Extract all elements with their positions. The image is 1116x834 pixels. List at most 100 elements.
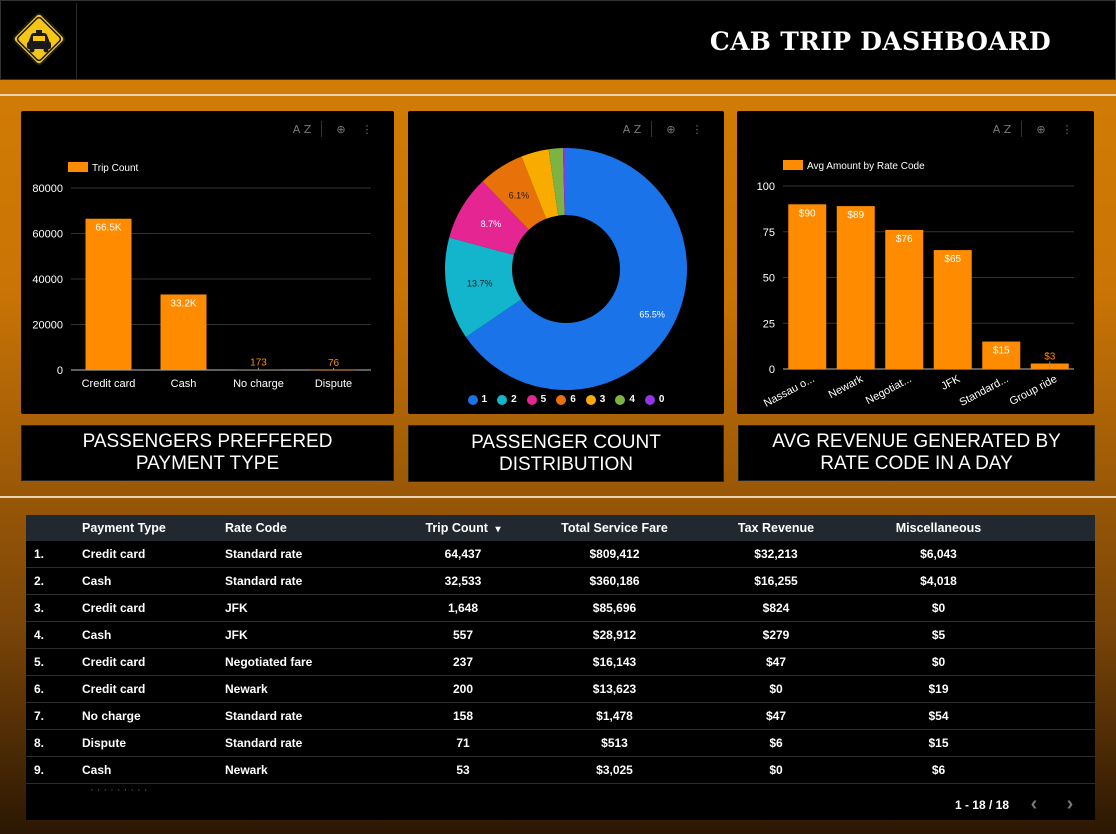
sort-az-icon[interactable]: A Z — [619, 123, 645, 136]
cell-rate-code: Negotiated fare — [225, 655, 313, 669]
x-tick-label: Newark — [827, 373, 866, 401]
legend-dot — [644, 394, 655, 405]
cell-trip-count: 53 — [456, 763, 470, 777]
cell-rate-code: Newark — [225, 763, 268, 777]
row-index: 4. — [34, 628, 45, 642]
cell-miscellaneous: $6 — [931, 763, 946, 777]
bar-data-label: 173 — [250, 358, 267, 369]
cell-payment-type: Cash — [82, 628, 112, 642]
legend-swatch — [783, 160, 803, 170]
legend-item[interactable]: 1 — [467, 394, 487, 405]
cell-payment-type: No charge — [82, 709, 141, 723]
legend-dot — [585, 394, 596, 405]
legend-label: 4 — [629, 394, 635, 405]
header-tax-revenue[interactable]: Tax Revenue — [701, 521, 851, 535]
more-vert-icon[interactable]: ⋮ — [354, 123, 380, 136]
table-row[interactable]: 4. Cash JFK 557 $28,912 $279 $5 — [26, 622, 1095, 649]
legend-label: 2 — [511, 394, 517, 405]
legend-dot — [556, 394, 567, 405]
x-tick-label: Cash — [171, 378, 197, 390]
row-index: 8. — [34, 736, 45, 750]
legend-dot — [526, 394, 537, 405]
cell-rate-code: JFK — [225, 601, 248, 615]
cell-tax-revenue: $16,255 — [754, 574, 798, 588]
cell-total-service-fare: $1,478 — [596, 709, 633, 723]
row-index: 3. — [34, 601, 45, 615]
y-tick-label: 20000 — [32, 320, 63, 332]
cell-total-service-fare: $809,412 — [589, 547, 640, 561]
cell-rate-code: Standard rate — [225, 736, 303, 750]
legend-label: Avg Amount by Rate Code — [807, 161, 925, 172]
pagination: 1 - 18 / 18 ‹ › — [955, 793, 1081, 816]
legend-item[interactable]: 4 — [615, 394, 635, 405]
cell-miscellaneous: $15 — [928, 736, 949, 750]
passenger-count-donut-chart: 65.5% 13.7% 8.7% 6.1% — [445, 148, 687, 390]
cell-payment-type: Credit card — [82, 547, 146, 561]
slice-label: 6.1% — [509, 190, 530, 200]
header-rate-code[interactable]: Rate Code — [225, 521, 398, 535]
cell-tax-revenue: $47 — [765, 709, 787, 723]
table-row[interactable]: 3. Credit card JFK 1,648 $85,696 $824 $0 — [26, 595, 1095, 622]
more-vert-icon[interactable]: ⋮ — [684, 123, 710, 136]
legend-item[interactable]: 6 — [556, 394, 576, 405]
more-vert-icon[interactable]: ⋮ — [1054, 123, 1080, 136]
table-row[interactable]: 6. Credit card Newark 200 $13,623 $0 $19 — [26, 676, 1095, 703]
bar-data-label: $90 — [799, 208, 816, 219]
legend-dot — [467, 394, 478, 405]
cell-rate-code: JFK — [225, 628, 248, 642]
slice-label: 8.7% — [481, 219, 502, 229]
cell-trip-count: 200 — [452, 682, 474, 696]
legend-item[interactable]: 3 — [585, 394, 605, 405]
passenger-caption-text: PASSENGER COUNT DISTRIBUTION — [471, 431, 661, 475]
table-row[interactable]: 9. Cash Newark 53 $3,025 $0 $6 — [26, 757, 1095, 784]
bar-data-label: $15 — [993, 346, 1010, 357]
legend-label: 5 — [540, 394, 547, 405]
header-payment-type[interactable]: Payment Type — [82, 521, 225, 535]
sort-desc-icon: ▾ — [495, 524, 501, 535]
cell-miscellaneous: $0 — [931, 601, 946, 615]
chevron-right-icon[interactable]: › — [1059, 793, 1081, 816]
header-trip-count[interactable]: Trip Count ▾ — [398, 521, 528, 535]
divider-bottom — [0, 496, 1116, 498]
table-row[interactable]: 5. Credit card Negotiated fare 237 $16,143 $4… — [26, 649, 1095, 676]
page-title: CAB TRIP DASHBOARD — [709, 27, 1051, 56]
legend-dot — [497, 394, 508, 405]
table-row[interactable]: 2. Cash Standard rate 32,533 $360,186 $16,255… — [26, 568, 1095, 595]
zoom-icon[interactable]: ⊕ — [328, 123, 354, 136]
sort-az-icon[interactable]: A Z — [989, 123, 1015, 136]
table-row[interactable]: 8. Dispute Standard rate 71 $513 $6 $15 — [26, 730, 1095, 757]
legend-item[interactable]: 5 — [526, 394, 547, 405]
pagination-label: 1 - 18 / 18 — [954, 797, 1009, 812]
header-total-service-fare[interactable]: Total Service Fare — [528, 521, 701, 535]
cell-payment-type: Credit card — [82, 682, 146, 696]
cell-trip-count: 237 — [452, 655, 474, 669]
legend-item[interactable]: 0 — [644, 394, 664, 405]
table-row[interactable]: 1. Credit card Standard rate 64,437 $809,412… — [26, 541, 1095, 568]
x-tick-label: Group ride — [1008, 373, 1060, 408]
cell-payment-type: Credit card — [82, 655, 146, 669]
legend-item[interactable]: 2 — [497, 394, 517, 405]
row-index: 2. — [34, 574, 45, 588]
row-index: 1. — [34, 547, 45, 561]
x-tick-label: Negotiat... — [864, 373, 914, 407]
toolbar-separator — [1021, 121, 1022, 137]
bar-data-label: 66.5K — [95, 223, 121, 234]
zoom-icon[interactable]: ⊕ — [658, 123, 684, 136]
sort-az-icon[interactable]: A Z — [289, 123, 315, 136]
x-tick-label: Dispute — [315, 378, 352, 390]
table-row[interactable]: 7. No charge Standard rate 158 $1,478 $47 $54 — [26, 703, 1095, 730]
cell-trip-count: 557 — [452, 628, 474, 642]
table-row-partial: · · · · · · · · · — [90, 784, 148, 792]
table-header: Payment Type Rate Code Trip Count ▾ Tota… — [26, 515, 1095, 541]
chart-toolbar: A Z ⊕ ⋮ — [289, 121, 380, 137]
y-tick-label: 100 — [757, 181, 775, 193]
passenger-caption: PASSENGER COUNT DISTRIBUTION — [408, 425, 724, 482]
table-body: 1. Credit card Standard rate 64,437 $809,412… — [26, 541, 1095, 784]
cell-payment-type: Cash — [82, 763, 112, 777]
legend-label: Trip Count — [92, 163, 139, 174]
zoom-icon[interactable]: ⊕ — [1028, 123, 1054, 136]
y-tick-label: 25 — [763, 318, 775, 330]
header-miscellaneous[interactable]: Miscellaneous — [851, 521, 1026, 535]
chart-toolbar: A Z ⊕ ⋮ — [989, 121, 1080, 137]
chevron-left-icon[interactable]: ‹ — [1023, 793, 1045, 816]
